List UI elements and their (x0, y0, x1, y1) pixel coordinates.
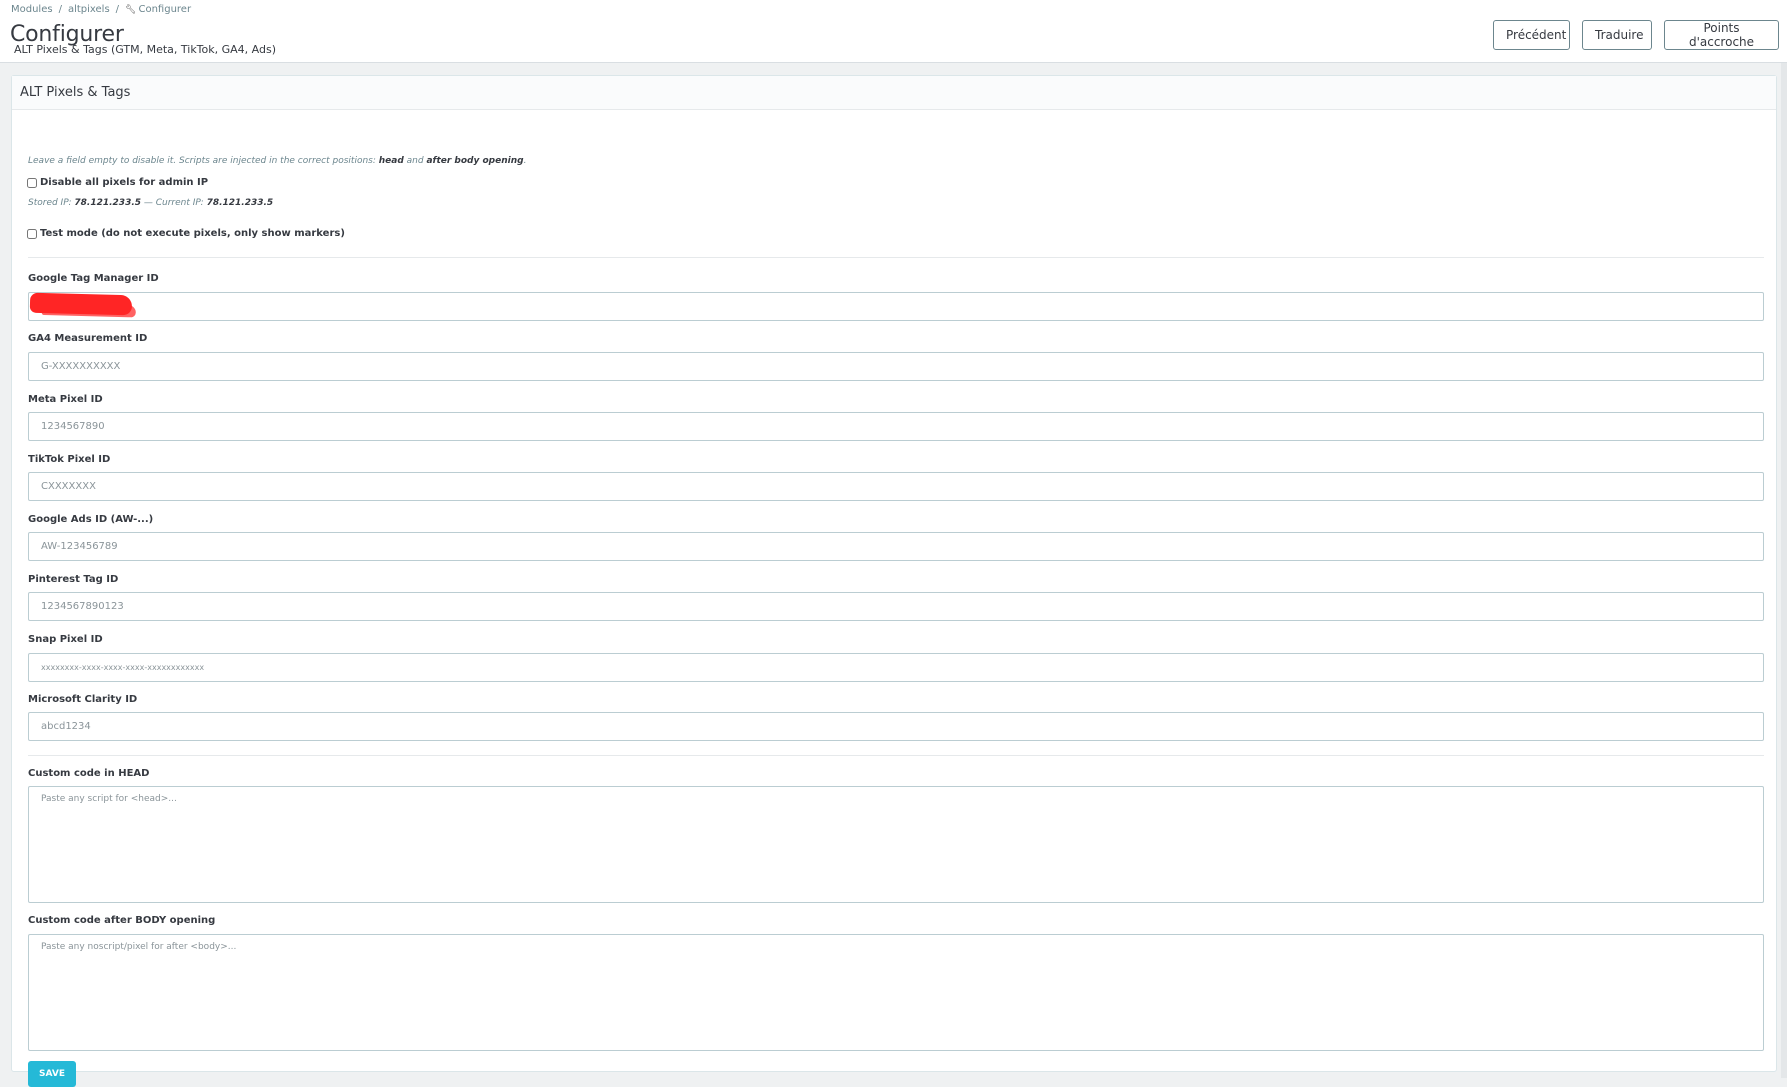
ga4-input[interactable] (28, 352, 1764, 381)
snap-label: Snap Pixel ID (28, 634, 103, 645)
panel-heading: ALT Pixels & Tags (12, 76, 1776, 110)
scrollbar[interactable] (1781, 63, 1787, 1078)
wrench-icon: 🔧︎ (125, 5, 137, 15)
breadcrumb-separator: / (58, 4, 62, 15)
gtm-label: Google Tag Manager ID (28, 273, 159, 284)
help-after-body: after body opening (426, 156, 524, 166)
breadcrumb-altpixels[interactable]: altpixels (68, 4, 110, 15)
current-ip-label: — Current IP: (141, 198, 207, 208)
page-header: Modules / altpixels / 🔧︎ Configurer Configure… (0, 0, 1787, 63)
tiktok-input[interactable] (28, 472, 1764, 501)
admin-ip-row[interactable]: Disable all pixels for admin IP (27, 177, 208, 188)
test-mode-checkbox[interactable] (27, 228, 37, 239)
divider (28, 755, 1764, 756)
clarity-input[interactable] (28, 712, 1764, 741)
stored-ip-value: 78.121.233.5 (74, 198, 142, 208)
help-and: and (403, 156, 427, 166)
panel-title: ALT Pixels & Tags (20, 85, 131, 100)
divider (28, 257, 1764, 258)
custom-head-label: Custom code in HEAD (28, 768, 150, 779)
stored-ip-label: Stored IP: (28, 198, 75, 208)
translate-button[interactable]: Traduire (1582, 20, 1652, 50)
hooks-button[interactable]: Points d'accroche (1664, 20, 1779, 50)
settings-panel: ALT Pixels & Tags Leave a field empty to… (11, 75, 1777, 1087)
snap-input[interactable] (28, 653, 1764, 682)
help-suffix: . (523, 156, 527, 166)
ga4-label: GA4 Measurement ID (28, 333, 148, 344)
page-subtitle: ALT Pixels & Tags (GTM, Meta, TikTok, GA… (14, 43, 277, 56)
admin-ip-checkbox[interactable] (27, 177, 37, 188)
tiktok-label: TikTok Pixel ID (28, 454, 111, 465)
custom-body-textarea[interactable] (28, 934, 1764, 1051)
google-ads-label: Google Ads ID (AW-...) (28, 514, 154, 525)
pinterest-input[interactable] (28, 592, 1764, 621)
breadcrumb: Modules / altpixels / 🔧︎ Configurer (11, 4, 191, 15)
current-ip-value: 78.121.233.5 (206, 198, 274, 208)
previous-button[interactable]: Précédent (1493, 20, 1570, 50)
test-mode-row[interactable]: Test mode (do not execute pixels, only s… (27, 228, 345, 239)
breadcrumb-current: Configurer (138, 4, 192, 15)
redaction-mark (29, 292, 133, 316)
admin-ip-label: Disable all pixels for admin IP (40, 177, 209, 188)
custom-body-label: Custom code after BODY opening (28, 915, 216, 926)
test-mode-label: Test mode (do not execute pixels, only s… (40, 228, 345, 239)
help-text: Leave a field empty to disable it. Scrip… (28, 156, 526, 166)
google-ads-input[interactable] (28, 532, 1764, 561)
breadcrumb-modules[interactable]: Modules (11, 4, 53, 15)
help-head: head (378, 156, 404, 166)
custom-head-textarea[interactable] (28, 786, 1764, 903)
meta-input[interactable] (28, 412, 1764, 441)
pinterest-label: Pinterest Tag ID (28, 574, 119, 585)
help-prefix: Leave a field empty to disable it. Scrip… (28, 156, 379, 166)
clarity-label: Microsoft Clarity ID (28, 694, 138, 705)
meta-label: Meta Pixel ID (28, 394, 103, 405)
save-button[interactable]: Save (28, 1061, 76, 1087)
ip-info: Stored IP: 78.121.233.5 — Current IP: 78… (28, 198, 273, 208)
breadcrumb-separator: / (115, 4, 120, 15)
gtm-input[interactable] (28, 292, 1764, 321)
